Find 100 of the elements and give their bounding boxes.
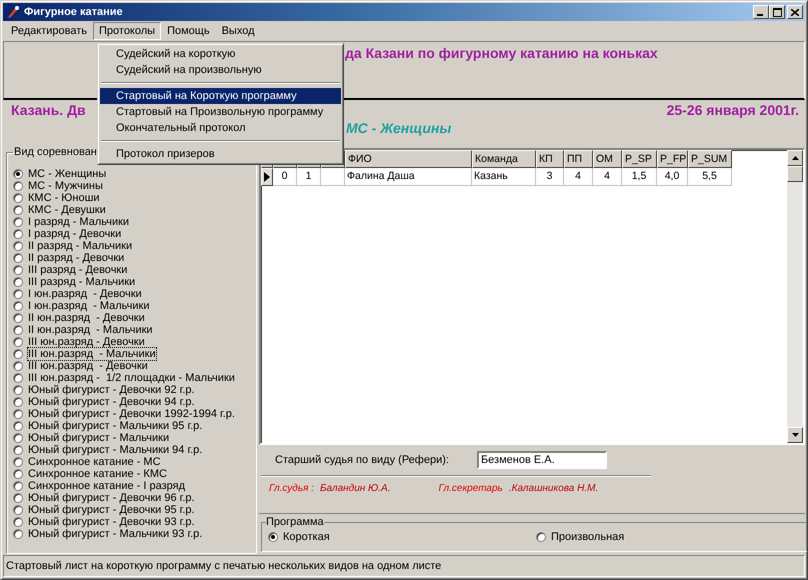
maximize-button[interactable] [769, 5, 785, 19]
radio-button[interactable] [13, 529, 23, 539]
radio-button[interactable] [13, 229, 23, 239]
radio-label[interactable]: III юн.разряд - 1/2 площадки - Мальчики [27, 371, 236, 385]
radio-label[interactable]: Юный фигурист - Девочки 1992-1994 г.р. [27, 407, 236, 421]
radio-button[interactable] [268, 532, 278, 542]
radio-label[interactable]: I юн.разряд - Мальчики [27, 299, 150, 313]
radio-button[interactable] [13, 445, 23, 455]
radio-button[interactable] [13, 469, 23, 479]
radio-button[interactable] [13, 457, 23, 467]
radio-label[interactable]: III юн.разряд - Мальчики [27, 347, 157, 361]
table-cell: 4,0 [657, 168, 688, 186]
scroll-thumb[interactable] [787, 166, 803, 182]
vertical-scrollbar[interactable] [787, 150, 803, 443]
scroll-down-button[interactable] [787, 427, 803, 443]
column-header[interactable]: КП [536, 150, 564, 168]
radio-button[interactable] [13, 253, 23, 263]
menu-item[interactable]: Судейский на короткую [100, 46, 341, 62]
radio-button[interactable] [13, 361, 23, 371]
menu-item[interactable]: Протоколы [93, 22, 162, 40]
radio-button[interactable] [536, 532, 546, 542]
radio-label[interactable]: II юн.разряд - Девочки [27, 311, 146, 325]
menu-item[interactable]: Помощь [161, 22, 216, 40]
radio-label[interactable]: III юн.разряд - Девочки [27, 359, 149, 373]
table-cell: 3 [536, 168, 564, 186]
column-header[interactable]: Команда [472, 150, 536, 168]
radio-label[interactable]: Синхронное катание - КМС [27, 467, 168, 481]
radio-button[interactable] [13, 337, 23, 347]
referee-label: Старший судья по виду (Рефери): [275, 454, 449, 466]
radio-button[interactable] [13, 205, 23, 215]
radio-label[interactable]: КМС - Юноши [27, 191, 101, 205]
referee-field[interactable]: Безменов Е.А. [476, 451, 607, 469]
radio-label[interactable]: I разряд - Мальчики [27, 215, 130, 229]
radio-label[interactable]: II разряд - Мальчики [27, 239, 134, 253]
radio-button[interactable] [13, 373, 23, 383]
scroll-up-button[interactable] [787, 150, 803, 166]
up-arrow-icon [792, 156, 798, 160]
menu-item[interactable]: Судейский на произвольную [100, 62, 341, 78]
radio-button[interactable] [13, 241, 23, 251]
radio-button[interactable] [13, 517, 23, 527]
radio-label[interactable]: Юный фигурист - Мальчики 93 г.р. [27, 527, 204, 541]
radio-label[interactable]: Синхронное катание - I разряд [27, 479, 186, 493]
competition-title: да Казани по фигурному катанию на коньках [345, 45, 658, 61]
radio-label[interactable]: Юный фигурист - Девочки 96 г.р. [27, 491, 196, 505]
column-header[interactable]: ФИО [345, 150, 472, 168]
column-header[interactable]: P_SUM [688, 150, 732, 168]
minimize-button[interactable] [753, 5, 769, 19]
menu-item[interactable]: Стартовый на Короткую программу [100, 88, 341, 104]
radio-button[interactable] [13, 481, 23, 491]
table-cell: 1,5 [622, 168, 657, 186]
column-header[interactable]: P_FP [657, 150, 688, 168]
radio-button[interactable] [13, 289, 23, 299]
radio-label[interactable]: III юн.разряд - Девочки [27, 335, 146, 349]
radio-label[interactable]: Юный фигурист - Девочки 94 г.р. [27, 395, 196, 409]
radio-button[interactable] [13, 325, 23, 335]
group-label: Программа [266, 516, 324, 528]
table-cell: Фалина Даша [345, 168, 472, 186]
radio-label[interactable]: Короткая [283, 531, 330, 543]
radio-label[interactable]: I юн.разряд - Девочки [27, 287, 143, 301]
column-header[interactable]: ОМ [593, 150, 622, 168]
column-header[interactable]: P_SP [622, 150, 657, 168]
radio-label[interactable]: III разряд - Девочки [27, 263, 128, 277]
radio-button[interactable] [13, 397, 23, 407]
close-button[interactable] [787, 5, 803, 19]
radio-label[interactable]: Юный фигурист - Мальчики [27, 431, 170, 445]
radio-label[interactable]: II юн.разряд - Мальчики [27, 323, 154, 337]
radio-label[interactable]: Юный фигурист - Мальчики 94 г.р. [27, 443, 204, 457]
radio-button[interactable] [13, 217, 23, 227]
radio-button[interactable] [13, 277, 23, 287]
radio-label[interactable]: Юный фигурист - Девочки 93 г.р. [27, 515, 196, 529]
radio-label[interactable]: I разряд - Девочки [27, 227, 122, 241]
radio-label[interactable]: Синхронное катание - МС [27, 455, 162, 469]
radio-label[interactable]: Произвольная [551, 531, 624, 543]
menu-item[interactable]: Протокол призеров [100, 146, 341, 162]
radio-button[interactable] [13, 433, 23, 443]
radio-button[interactable] [13, 193, 23, 203]
radio-button[interactable] [13, 385, 23, 395]
radio-label[interactable]: III разряд - Мальчики [27, 275, 136, 289]
menu-item[interactable]: Стартовый на Произвольную программу [100, 104, 341, 120]
radio-label[interactable]: Юный фигурист - Девочки 95 г.р. [27, 503, 196, 517]
column-header[interactable]: ПП [564, 150, 593, 168]
radio-label[interactable]: II разряд - Девочки [27, 251, 126, 265]
radio-button[interactable] [13, 265, 23, 275]
radio-label[interactable]: МС - Женщины [27, 167, 108, 181]
radio-label[interactable]: МС - Мужчины [27, 179, 104, 193]
radio-button[interactable] [13, 493, 23, 503]
radio-button[interactable] [13, 181, 23, 191]
menu-item[interactable]: Окончательный протокол [100, 120, 341, 136]
radio-button[interactable] [13, 421, 23, 431]
radio-button[interactable] [13, 505, 23, 515]
radio-button[interactable] [13, 349, 23, 359]
radio-label[interactable]: Юный фигурист - Мальчики 95 г.р. [27, 419, 204, 433]
radio-button[interactable] [13, 409, 23, 419]
radio-button[interactable] [13, 169, 23, 179]
menu-item[interactable]: Выход [216, 22, 260, 40]
menu-item[interactable]: Редактировать [5, 22, 93, 40]
radio-button[interactable] [13, 313, 23, 323]
radio-label[interactable]: Юный фигурист - Девочки 92 г.р. [27, 383, 196, 397]
radio-button[interactable] [13, 301, 23, 311]
radio-label[interactable]: КМС - Девушки [27, 203, 107, 217]
